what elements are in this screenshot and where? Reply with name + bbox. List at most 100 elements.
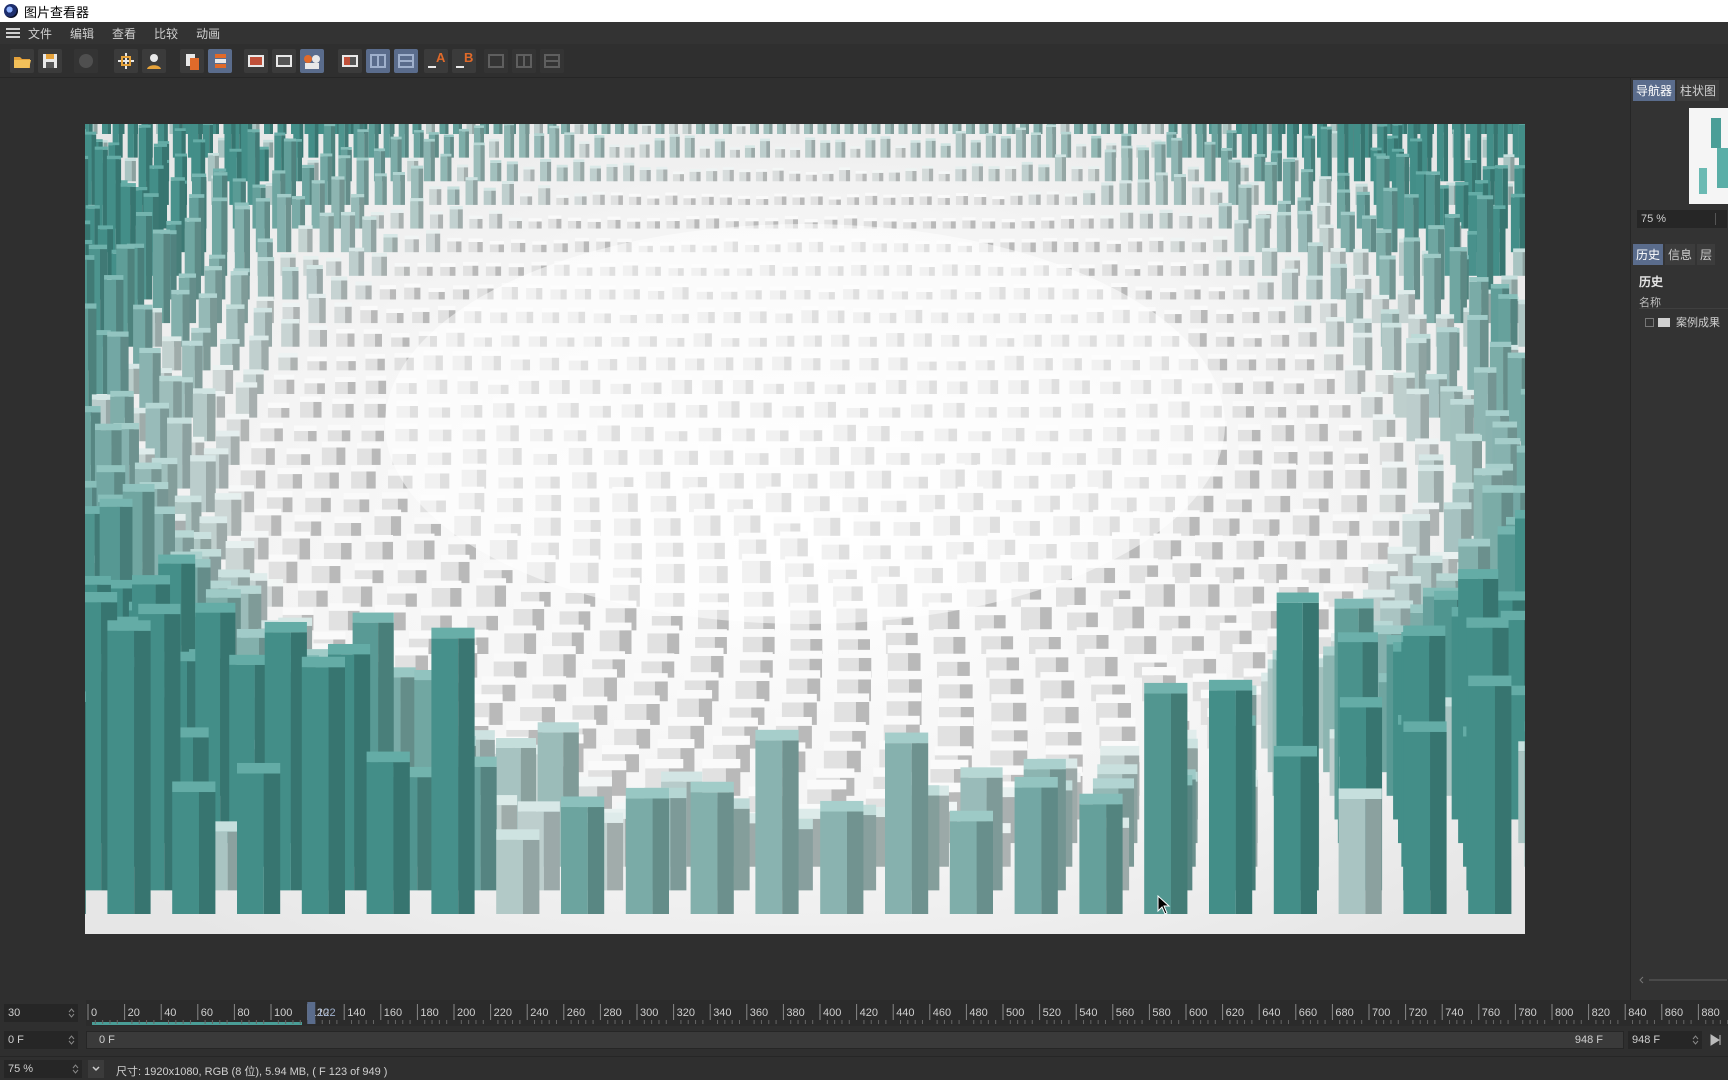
cube-block — [1015, 127, 1026, 158]
cube-block — [366, 751, 410, 914]
tab-histogram[interactable]: 柱状图 — [1677, 80, 1720, 101]
history-scrollbar[interactable] — [1639, 976, 1728, 984]
swap-3-button[interactable] — [540, 49, 564, 73]
save-file-button[interactable] — [38, 49, 62, 73]
split-1-button[interactable] — [366, 49, 390, 73]
ruler-tick-label: 40 — [164, 1007, 176, 1019]
cube-block — [850, 146, 861, 158]
view-mode-1-button[interactable] — [244, 49, 268, 73]
cube-block — [234, 205, 251, 276]
cube-block — [277, 124, 287, 134]
cube-block — [775, 146, 786, 158]
status-zoom-stepper-icon[interactable] — [72, 1063, 79, 1075]
stop-render-button[interactable] — [74, 49, 98, 73]
compare-ab-button[interactable] — [338, 49, 362, 73]
image-viewport[interactable] — [0, 78, 1630, 1000]
ruler-tick-label: 540 — [1079, 1007, 1097, 1019]
cube-block — [1181, 124, 1192, 158]
timeline-scrub-bar[interactable]: 0 F 948 F — [86, 1031, 1624, 1049]
view-mode-3-button[interactable] — [300, 49, 324, 73]
cube-block — [1233, 285, 1250, 300]
zoom-fit-button[interactable] — [114, 49, 138, 73]
cube-block — [567, 217, 582, 229]
menu-animation[interactable]: 动画 — [196, 25, 220, 42]
cube-block — [1153, 533, 1182, 560]
cube-block — [365, 534, 394, 560]
menu-compare[interactable]: 比较 — [154, 25, 178, 42]
cube-block — [172, 781, 216, 914]
fps-field[interactable]: 30 — [4, 1004, 78, 1022]
ruler-tick-label: 880 — [1701, 1007, 1719, 1019]
cube-block — [1273, 745, 1317, 914]
cube-block — [736, 124, 746, 134]
skip-to-end-icon[interactable] — [1708, 1033, 1722, 1047]
scrub-end-label: 948 F — [1574, 1034, 1603, 1046]
cube-block — [1155, 172, 1168, 205]
navigator-thumbnail[interactable] — [1689, 108, 1728, 204]
menu-edit[interactable]: 编辑 — [70, 25, 94, 42]
history-row[interactable]: 案例成果 — [1645, 314, 1720, 330]
end-stepper-icon[interactable] — [1692, 1034, 1699, 1046]
cube-block — [574, 193, 587, 205]
cube-block — [1294, 301, 1312, 324]
cube-block — [489, 240, 504, 253]
cube-block — [1139, 210, 1153, 229]
menu-file[interactable]: 文件 — [28, 25, 52, 42]
expand-icon[interactable] — [1645, 317, 1654, 327]
window-title: 图片查看器 — [24, 4, 90, 20]
cube-block — [1330, 263, 1347, 300]
cube-block — [1341, 488, 1367, 513]
timeline-ruler[interactable]: 0 20 40 60 80 100 120 140 160 180 200 220 240 260 280 3… — [86, 1000, 1728, 1026]
user-view-button[interactable] — [142, 49, 166, 73]
view-mode-2-button[interactable] — [272, 49, 296, 73]
frame-stepper-icon[interactable] — [68, 1034, 75, 1046]
swap-1-button[interactable] — [484, 49, 508, 73]
cube-block — [737, 195, 751, 205]
cube-block — [609, 144, 620, 158]
cube-block — [1307, 242, 1323, 276]
cube-block — [820, 140, 831, 158]
hamburger-menu-icon[interactable] — [6, 28, 20, 38]
status-zoom-field[interactable]: 75 % — [4, 1060, 82, 1078]
cube-block — [669, 124, 678, 134]
tab-info[interactable]: 信息 — [1665, 244, 1696, 265]
cube-block — [1144, 682, 1188, 914]
menu-view[interactable]: 查看 — [112, 25, 136, 42]
cube-block — [528, 218, 542, 229]
zoom-stepper-icon[interactable] — [1715, 213, 1723, 225]
layers-button[interactable] — [208, 49, 232, 73]
swap-2-button[interactable] — [512, 49, 536, 73]
cube-block — [506, 161, 518, 182]
tab-layer[interactable]: 层 — [1697, 244, 1716, 265]
end-frame-field[interactable]: 948 F — [1628, 1031, 1702, 1049]
cube-block — [922, 217, 937, 229]
open-file-button[interactable] — [10, 49, 34, 73]
fps-stepper-icon[interactable] — [68, 1007, 75, 1019]
cube-block — [1021, 217, 1035, 229]
ruler-tick-label: 740 — [1445, 1007, 1463, 1019]
zoom-dropdown-button[interactable] — [88, 1060, 104, 1078]
tab-navigator[interactable]: 导航器 — [1633, 80, 1676, 101]
cube-block — [1191, 238, 1206, 253]
ruler-tick-label: 100 — [274, 1007, 292, 1019]
tab-history[interactable]: 历史 — [1633, 244, 1664, 265]
cube-block — [1468, 675, 1512, 914]
set-b-button[interactable]: B — [452, 49, 476, 73]
cube-block — [1325, 317, 1345, 347]
copy-frame-button[interactable] — [180, 49, 204, 73]
navigator-zoom-field[interactable]: 75 % — [1637, 210, 1727, 228]
cube-block — [639, 141, 650, 158]
cube-block — [583, 669, 617, 702]
cube-block — [319, 212, 334, 253]
cube-block — [1513, 248, 1525, 276]
current-frame-field[interactable]: 0 F — [4, 1031, 78, 1049]
set-a-button[interactable]: A — [424, 49, 448, 73]
rendered-image[interactable] — [85, 124, 1525, 934]
ruler-tick-label: 60 — [201, 1007, 213, 1019]
cube-block — [277, 193, 292, 253]
history-column-header[interactable]: 名称 — [1639, 291, 1728, 309]
playhead[interactable] — [307, 1002, 316, 1024]
cube-block — [1379, 436, 1404, 465]
split-2-button[interactable] — [394, 49, 418, 73]
cube-block — [1159, 608, 1191, 631]
